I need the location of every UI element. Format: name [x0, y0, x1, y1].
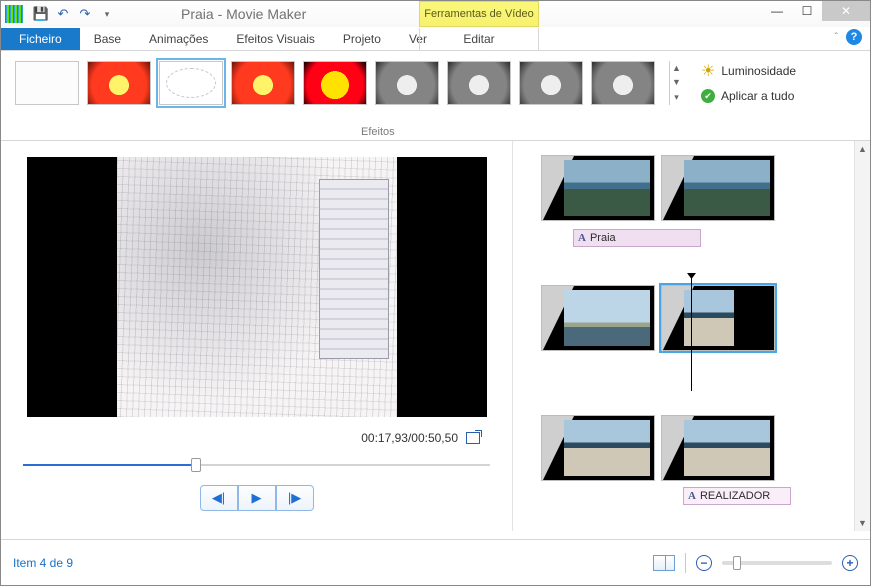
view-mode-thumbnails[interactable]	[653, 555, 675, 571]
window-title: Praia - Movie Maker	[181, 6, 306, 22]
play-button[interactable]: ▶	[238, 485, 276, 511]
file-tab[interactable]: Ficheiro	[1, 28, 80, 50]
effect-gray-2[interactable]	[447, 61, 511, 105]
time-readout-row: 00:17,93/00:50,50	[19, 431, 494, 445]
title-caption-2[interactable]: A REALIZADOR	[683, 487, 791, 505]
ribbon-tabs: Ficheiro Base Animações Efeitos Visuais …	[1, 27, 870, 51]
status-bar: Item 4 de 9 − +	[1, 539, 870, 585]
effect-none[interactable]	[15, 61, 79, 105]
context-tool-header: Ferramentas de Vídeo	[419, 1, 539, 27]
prev-frame-button[interactable]: ◀|	[200, 485, 238, 511]
ribbon-collapse-icon[interactable]: ˆ	[835, 32, 838, 43]
tab-edit[interactable]: Editar	[419, 28, 539, 50]
ribbon-group-label: Efeitos	[361, 126, 395, 138]
luminosity-button[interactable]: ☀ Luminosidade	[701, 61, 796, 81]
title-caption-2-label: REALIZADOR	[700, 490, 770, 502]
brightness-icon: ☀	[701, 61, 715, 81]
zoom-out-button[interactable]: −	[696, 555, 712, 571]
tab-project[interactable]: Projeto	[329, 28, 395, 50]
play-controls: ◀| ▶ |▶	[19, 485, 494, 511]
workspace: 00:17,93/00:50,50 ◀| ▶ |▶ A Praia	[1, 141, 870, 531]
chevron-up-icon[interactable]: ▲	[672, 63, 681, 73]
help-icon[interactable]: ?	[846, 29, 862, 45]
title-caption-1[interactable]: A Praia	[573, 229, 701, 247]
clip-1a[interactable]	[541, 155, 655, 221]
next-frame-button[interactable]: |▶	[276, 485, 314, 511]
time-readout: 00:17,93/00:50,50	[361, 431, 458, 445]
clip-2a[interactable]	[541, 285, 655, 351]
title-caption-1-label: Praia	[590, 232, 616, 244]
status-item-count: Item 4 de 9	[13, 556, 73, 570]
seek-bar[interactable]	[23, 461, 490, 469]
effect-edge-detect[interactable]	[159, 61, 223, 105]
playhead[interactable]	[691, 277, 692, 391]
clip-row-3	[541, 415, 775, 481]
scroll-up-icon[interactable]: ▲	[855, 141, 870, 157]
clip-3a[interactable]	[541, 415, 655, 481]
scroll-down-icon[interactable]: ▼	[855, 515, 870, 531]
timeline-pane: A Praia A REALIZADOR	[513, 141, 870, 531]
effect-gray-1[interactable]	[375, 61, 439, 105]
clip-row-1: A Praia	[541, 155, 852, 221]
tab-visual-effects[interactable]: Efeitos Visuais	[222, 28, 329, 50]
preview-pane: 00:17,93/00:50,50 ◀| ▶ |▶	[1, 141, 513, 531]
clip-3b[interactable]	[661, 415, 775, 481]
zoom-in-button[interactable]: +	[842, 555, 858, 571]
effect-warm[interactable]	[231, 61, 295, 105]
text-caption-icon: A	[688, 490, 696, 502]
apply-all-button[interactable]: ✔ Aplicar a tudo	[701, 89, 796, 103]
maximize-button[interactable]: ☐	[792, 1, 822, 21]
seek-thumb[interactable]	[191, 458, 201, 472]
apply-all-label: Aplicar a tudo	[721, 89, 794, 103]
gallery-scroll[interactable]: ▲ ▼ ▾	[669, 61, 683, 105]
luminosity-label: Luminosidade	[721, 64, 796, 78]
clip-row-2	[541, 285, 775, 351]
status-divider	[685, 553, 686, 573]
effect-gray-4[interactable]	[591, 61, 655, 105]
tab-base[interactable]: Base	[80, 28, 135, 50]
minimize-button[interactable]: —	[762, 1, 792, 21]
chevron-down-icon[interactable]: ▼	[672, 77, 681, 87]
save-icon[interactable]: 💾	[31, 4, 51, 24]
redo-icon[interactable]: ↷	[75, 4, 95, 24]
effect-original[interactable]	[87, 61, 151, 105]
zoom-thumb[interactable]	[733, 556, 741, 570]
fullscreen-icon[interactable]	[466, 432, 480, 444]
text-caption-icon: A	[578, 232, 586, 244]
tab-animations[interactable]: Animações	[135, 28, 222, 50]
zoom-slider[interactable]	[722, 561, 832, 565]
ribbon-body: ▲ ▼ ▾ ☀ Luminosidade ✔ Aplicar a tudo Ef…	[1, 51, 870, 141]
undo-icon[interactable]: ↶	[53, 4, 73, 24]
close-button[interactable]: ✕	[822, 1, 870, 21]
effect-posterize[interactable]	[303, 61, 367, 105]
clip-2b-selected[interactable]	[661, 285, 775, 351]
preview-video[interactable]	[27, 157, 487, 417]
effects-gallery	[1, 51, 669, 140]
app-icon	[5, 5, 23, 23]
vertical-scrollbar[interactable]: ▲ ▼	[854, 141, 870, 531]
titlebar: 💾 ↶ ↷ ▾ Praia - Movie Maker Ferramentas …	[1, 1, 870, 27]
qat-customize-icon[interactable]: ▾	[97, 4, 117, 24]
quick-access-toolbar: 💾 ↶ ↷ ▾	[27, 4, 121, 24]
apply-all-icon: ✔	[701, 89, 715, 103]
preview-frame	[117, 157, 397, 417]
clip-1b[interactable]	[661, 155, 775, 221]
effect-gray-3[interactable]	[519, 61, 583, 105]
gallery-expand-icon[interactable]: ▾	[674, 92, 679, 103]
